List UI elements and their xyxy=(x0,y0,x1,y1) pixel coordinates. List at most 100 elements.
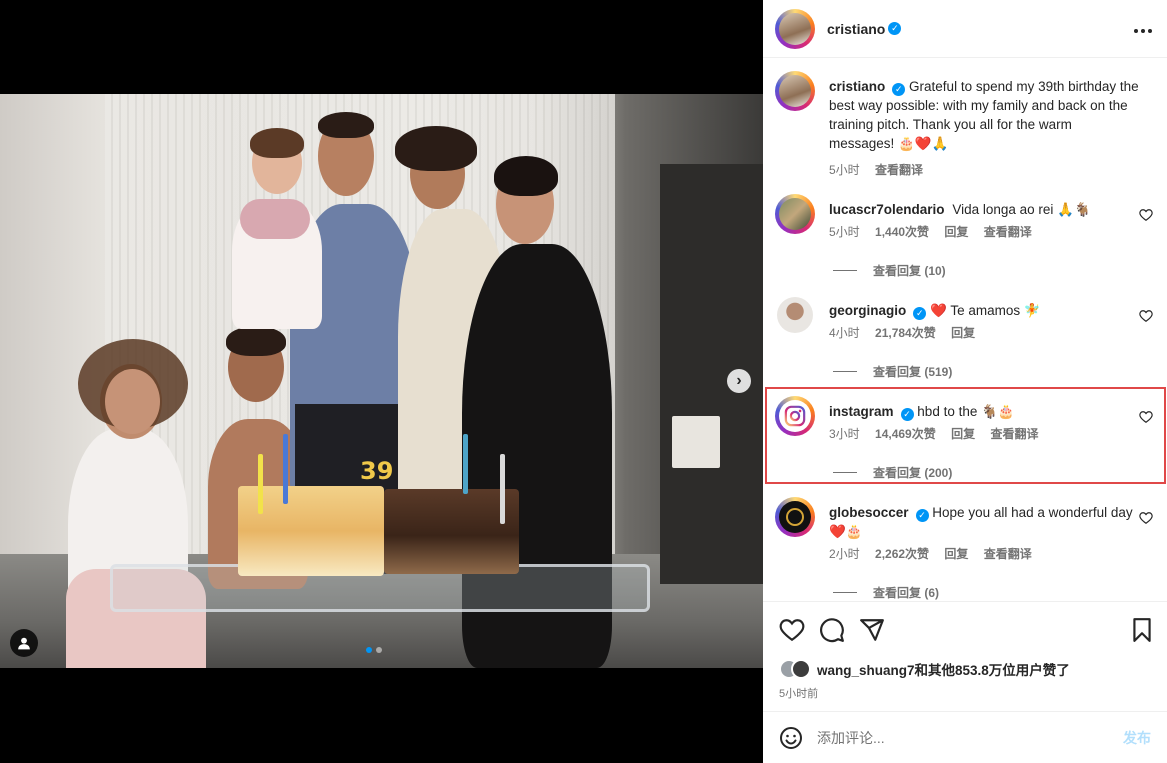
more-options-button[interactable] xyxy=(1133,18,1153,39)
comments-list[interactable]: cristiano ✓ Grateful to spend my 39th bir… xyxy=(763,59,1167,601)
reply-button[interactable]: 回复 xyxy=(951,326,975,340)
view-replies-button[interactable]: 查看回复 (10) xyxy=(833,262,946,279)
comment-body: georginagio ✓ ❤️ Te amamos 🧚 4小时 21,784次赞… xyxy=(829,301,1139,343)
hair xyxy=(318,112,374,138)
comment-time: 4小时 xyxy=(829,326,860,340)
liker-avatar xyxy=(791,659,811,679)
heart-icon[interactable] xyxy=(779,617,805,643)
instagram-logo-icon xyxy=(784,405,806,427)
view-replies-button[interactable]: 查看回复 (519) xyxy=(833,363,952,380)
avatar-image xyxy=(777,297,813,333)
author-username[interactable]: cristiano xyxy=(827,21,885,37)
view-replies-button[interactable]: 查看回复 (6) xyxy=(833,584,939,601)
comment-likes[interactable]: 14,469次赞 xyxy=(875,427,936,441)
comment-likes[interactable]: 1,440次赞 xyxy=(875,225,929,239)
comment-item: lucascr7olendario Vida longa ao rei 🙏🐐 5… xyxy=(763,194,1167,279)
post-photo[interactable]: 39 xyxy=(0,94,763,668)
see-translation-link[interactable]: 查看翻译 xyxy=(875,163,923,177)
hair xyxy=(494,156,558,196)
bookmark-icon[interactable] xyxy=(1129,617,1155,643)
heart-icon[interactable] xyxy=(1139,309,1153,323)
user-tags-button[interactable] xyxy=(10,629,38,657)
author-avatar[interactable] xyxy=(775,8,815,49)
post-header: cristiano ✓ xyxy=(763,0,1167,58)
commenter-avatar[interactable] xyxy=(775,194,815,234)
author-avatar[interactable] xyxy=(775,71,815,111)
comment-item: globesoccer ✓ Hope you all had a wonderfu… xyxy=(763,497,1167,601)
heart-icon[interactable] xyxy=(1139,410,1153,424)
comment-likes[interactable]: 2,262次赞 xyxy=(875,547,929,561)
comment-username[interactable]: georginagio xyxy=(829,303,906,318)
user-tag-icon xyxy=(18,637,30,650)
commenter-avatar[interactable] xyxy=(775,497,815,537)
heart-icon[interactable] xyxy=(1139,511,1153,525)
candle xyxy=(258,454,263,514)
comment-body: instagram ✓ hbd to the 🐐🎂 3小时 14,469次赞 回复… xyxy=(829,402,1139,444)
carousel-indicator xyxy=(366,647,382,653)
comment-meta: 5小时 1,440次赞 回复 查看翻译 xyxy=(829,223,1139,242)
post-side-panel: cristiano ✓ cristiano ✓ Grateful to spend… xyxy=(763,0,1167,763)
comment-item: instagram ✓ hbd to the 🐐🎂 3小时 14,469次赞 回复… xyxy=(763,396,1167,481)
add-comment-bar: 发布 xyxy=(763,711,1167,763)
globe-logo-icon xyxy=(786,508,804,526)
likes-text[interactable]: wang_shuang7和其他853.8万位用户赞了 xyxy=(817,659,1070,679)
comment-input[interactable] xyxy=(817,729,1123,746)
hair xyxy=(395,126,477,171)
avatar-image xyxy=(779,75,811,107)
carousel-next-button[interactable]: › xyxy=(727,369,751,393)
verified-icon: ✓ xyxy=(913,307,927,320)
comment-item: georginagio ✓ ❤️ Te amamos 🧚 4小时 21,784次赞… xyxy=(763,297,1167,380)
caption-time: 5小时 xyxy=(829,163,860,177)
caption-username[interactable]: cristiano xyxy=(829,79,885,94)
avatar-image xyxy=(779,198,811,230)
caption: cristiano ✓ Grateful to spend my 39th bir… xyxy=(763,71,1167,183)
comment-text: ❤️ Te amamos 🧚 xyxy=(930,303,1041,318)
see-translation-link[interactable]: 查看翻译 xyxy=(990,427,1038,441)
more-icon xyxy=(1134,29,1152,33)
chevron-right-icon: › xyxy=(736,372,742,389)
post-actions: wang_shuang7和其他853.8万位用户赞了 5小时前 xyxy=(763,601,1167,711)
reply-button[interactable]: 回复 xyxy=(944,547,968,561)
commenter-avatar[interactable] xyxy=(775,396,815,436)
carousel-dot xyxy=(376,647,382,653)
avatar-image xyxy=(779,501,811,533)
comment-likes[interactable]: 21,784次赞 xyxy=(875,326,936,340)
heart-icon[interactable] xyxy=(1139,208,1153,222)
hair xyxy=(226,326,286,356)
candle xyxy=(283,434,288,504)
emoji-icon[interactable] xyxy=(779,726,803,750)
avatar-image xyxy=(779,400,811,432)
candle xyxy=(500,454,505,524)
comment-meta: 2小时 2,262次赞 回复 查看翻译 xyxy=(829,545,1139,564)
comment-username[interactable]: lucascr7olendario xyxy=(829,202,945,217)
verified-icon: ✓ xyxy=(888,22,902,35)
pink-top xyxy=(240,199,310,239)
avatar-image xyxy=(779,12,811,45)
candle xyxy=(463,434,468,494)
share-icon[interactable] xyxy=(859,617,885,643)
number-candle: 39 xyxy=(360,457,394,485)
likes-summary[interactable]: wang_shuang7和其他853.8万位用户赞了 xyxy=(779,659,1070,679)
see-translation-link[interactable]: 查看翻译 xyxy=(984,225,1032,239)
shopping-bag xyxy=(672,416,720,468)
comment-username[interactable]: instagram xyxy=(829,404,894,419)
caption-meta: 5小时 查看翻译 xyxy=(829,161,1139,180)
comment-username[interactable]: globesoccer xyxy=(829,505,909,520)
reply-button[interactable]: 回复 xyxy=(944,225,968,239)
reply-button[interactable]: 回复 xyxy=(951,427,975,441)
view-replies-button[interactable]: 查看回复 (200) xyxy=(833,464,952,481)
commenter-avatar[interactable] xyxy=(777,297,813,333)
comment-meta: 4小时 21,784次赞 回复 xyxy=(829,324,1139,343)
verified-icon: ✓ xyxy=(892,83,906,96)
hair xyxy=(250,128,304,158)
comment-text: hbd to the 🐐🎂 xyxy=(917,404,1015,419)
comment-icon[interactable] xyxy=(819,617,845,643)
see-translation-link[interactable]: 查看翻译 xyxy=(984,547,1032,561)
chocolate-cake xyxy=(384,489,519,574)
post-time: 5小时前 xyxy=(779,688,819,700)
comment-time: 3小时 xyxy=(829,427,860,441)
comment-time: 2小时 xyxy=(829,547,860,561)
caption-body: cristiano ✓ Grateful to spend my 39th bir… xyxy=(829,77,1139,180)
post-media: 39 › xyxy=(0,0,763,763)
post-comment-button[interactable]: 发布 xyxy=(1123,728,1151,748)
